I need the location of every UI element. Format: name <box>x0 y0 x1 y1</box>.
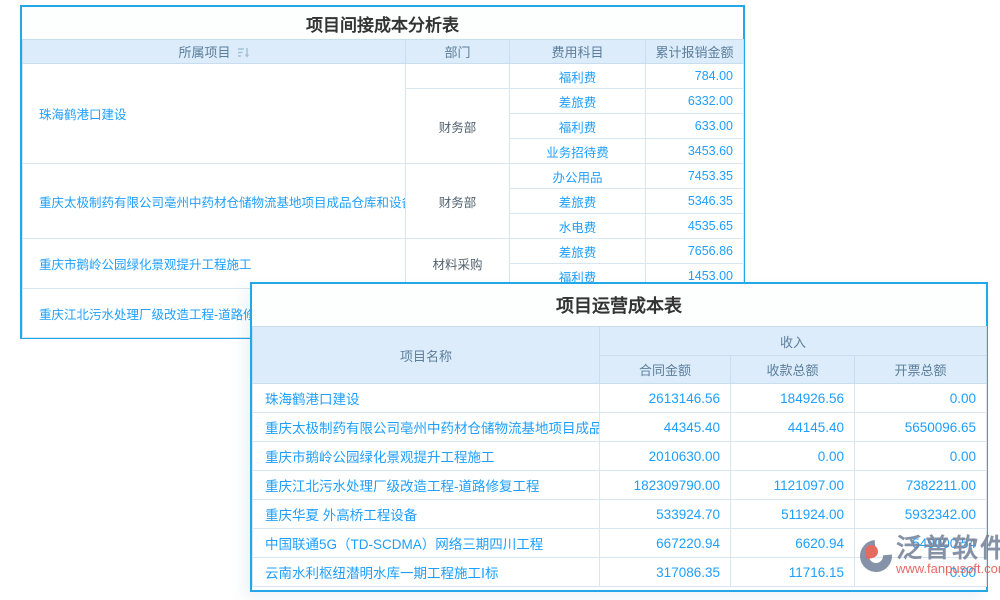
invoiced-total-cell: 0.00 <box>855 384 987 413</box>
column-header-invoiced-total: 开票总额 <box>855 356 987 384</box>
contract-amount-cell: 182309790.00 <box>600 471 731 500</box>
table-row: 重庆市鹅岭公园绿化景观提升工程施工 材料采购 差旅费 7656.86 <box>23 239 744 264</box>
received-total-cell: 511924.00 <box>731 500 855 529</box>
expense-item-cell: 水电费 <box>510 214 646 239</box>
received-total-cell: 1121097.00 <box>731 471 855 500</box>
amount-cell: 7656.86 <box>646 239 744 264</box>
project-name-cell: 重庆江北污水处理厂级改造工程-道路修复工程 <box>253 471 600 500</box>
project-name-cell: 重庆市鹅岭公园绿化景观提升工程施工 <box>23 239 406 289</box>
project-name-cell: 重庆市鹅岭公园绿化景观提升工程施工 <box>253 442 600 471</box>
column-header-income-group: 收入 <box>600 327 987 356</box>
column-header-received-total: 收款总额 <box>731 356 855 384</box>
watermark-url: www.fanpusoft.com <box>896 562 1000 576</box>
invoiced-total-cell: 5650096.65 <box>855 413 987 442</box>
contract-amount-cell: 2613146.56 <box>600 384 731 413</box>
table-row: 重庆江北污水处理厂级改造工程-道路修复工程 182309790.00 11210… <box>253 471 987 500</box>
project-name-cell: 重庆太极制药有限公司亳州中药材仓储物流基地项目成品仓库和设备仓库消防 <box>253 413 600 442</box>
received-total-cell: 184926.56 <box>731 384 855 413</box>
expense-item-cell: 差旅费 <box>510 239 646 264</box>
expense-item-cell: 差旅费 <box>510 189 646 214</box>
table-row: 重庆太极制药有限公司亳州中药材仓储物流基地项目成品仓库和设备仓库消防 44345… <box>253 413 987 442</box>
amount-cell: 5346.35 <box>646 189 744 214</box>
contract-amount-cell: 44345.40 <box>600 413 731 442</box>
expense-item-cell: 业务招待费 <box>510 139 646 164</box>
project-name-cell: 中国联通5G（TD-SCDMA）网络三期四川工程 <box>253 529 600 558</box>
contract-amount-cell: 667220.94 <box>600 529 731 558</box>
contract-amount-cell: 533924.70 <box>600 500 731 529</box>
amount-cell: 633.00 <box>646 114 744 139</box>
project-name-cell: 重庆太极制药有限公司亳州中药材仓储物流基地项目成品仓库和设备仓库消防 <box>23 164 406 239</box>
dept-cell <box>406 64 510 89</box>
received-total-cell: 6620.94 <box>731 529 855 558</box>
expense-item-cell: 福利费 <box>510 114 646 139</box>
table-row: 重庆华夏 外高桥工程设备 533924.70 511924.00 5932342… <box>253 500 987 529</box>
front-table-title: 项目运营成本表 <box>252 284 986 326</box>
received-total-cell: 0.00 <box>731 442 855 471</box>
sort-icon[interactable] <box>237 47 250 62</box>
column-header-expense-item: 费用科目 <box>510 40 646 64</box>
column-header-contract-amount: 合同金额 <box>600 356 731 384</box>
received-total-cell: 11716.15 <box>731 558 855 587</box>
received-total-cell: 44145.40 <box>731 413 855 442</box>
amount-cell: 6332.00 <box>646 89 744 114</box>
table-row: 珠海鹤港口建设 福利费 784.00 <box>23 64 744 89</box>
contract-amount-cell: 2010630.00 <box>600 442 731 471</box>
amount-cell: 3453.60 <box>646 139 744 164</box>
amount-cell: 784.00 <box>646 64 744 89</box>
back-table-header-row: 所属项目 部门 费用科目 累计报销金额 <box>23 40 744 64</box>
fanpu-watermark: 泛普软件 www.fanpusoft.com <box>858 534 1000 576</box>
invoiced-total-cell: 0.00 <box>855 442 987 471</box>
dept-cell: 财务部 <box>406 89 510 164</box>
project-name-cell: 珠海鹤港口建设 <box>253 384 600 413</box>
invoiced-total-cell: 7382211.00 <box>855 471 987 500</box>
column-header-project[interactable]: 所属项目 <box>23 40 406 64</box>
table-row: 珠海鹤港口建设 2613146.56 184926.56 0.00 <box>253 384 987 413</box>
dept-cell: 财务部 <box>406 164 510 239</box>
table-row: 重庆市鹅岭公园绿化景观提升工程施工 2010630.00 0.00 0.00 <box>253 442 987 471</box>
column-header-dept: 部门 <box>406 40 510 64</box>
contract-amount-cell: 317086.35 <box>600 558 731 587</box>
expense-item-cell: 差旅费 <box>510 89 646 114</box>
fanpu-logo-icon <box>858 538 894 574</box>
watermark-brand: 泛普软件 <box>896 534 1000 562</box>
front-table-header-row-1: 项目名称 收入 <box>253 327 987 356</box>
column-header-project-label: 所属项目 <box>178 45 230 60</box>
table-row: 重庆太极制药有限公司亳州中药材仓储物流基地项目成品仓库和设备仓库消防 财务部 办… <box>23 164 744 189</box>
invoiced-total-cell: 5932342.00 <box>855 500 987 529</box>
project-name-cell: 重庆华夏 外高桥工程设备 <box>253 500 600 529</box>
expense-item-cell: 福利费 <box>510 64 646 89</box>
dept-cell: 材料采购 <box>406 239 510 289</box>
project-name-cell: 云南水利枢纽潜明水库一期工程施工Ⅰ标 <box>253 558 600 587</box>
column-header-project-name: 项目名称 <box>253 327 600 384</box>
expense-item-cell: 办公用品 <box>510 164 646 189</box>
amount-cell: 7453.35 <box>646 164 744 189</box>
project-name-cell: 珠海鹤港口建设 <box>23 64 406 164</box>
column-header-amount: 累计报销金额 <box>646 40 744 64</box>
back-table-title: 项目间接成本分析表 <box>22 7 743 39</box>
amount-cell: 4535.65 <box>646 214 744 239</box>
